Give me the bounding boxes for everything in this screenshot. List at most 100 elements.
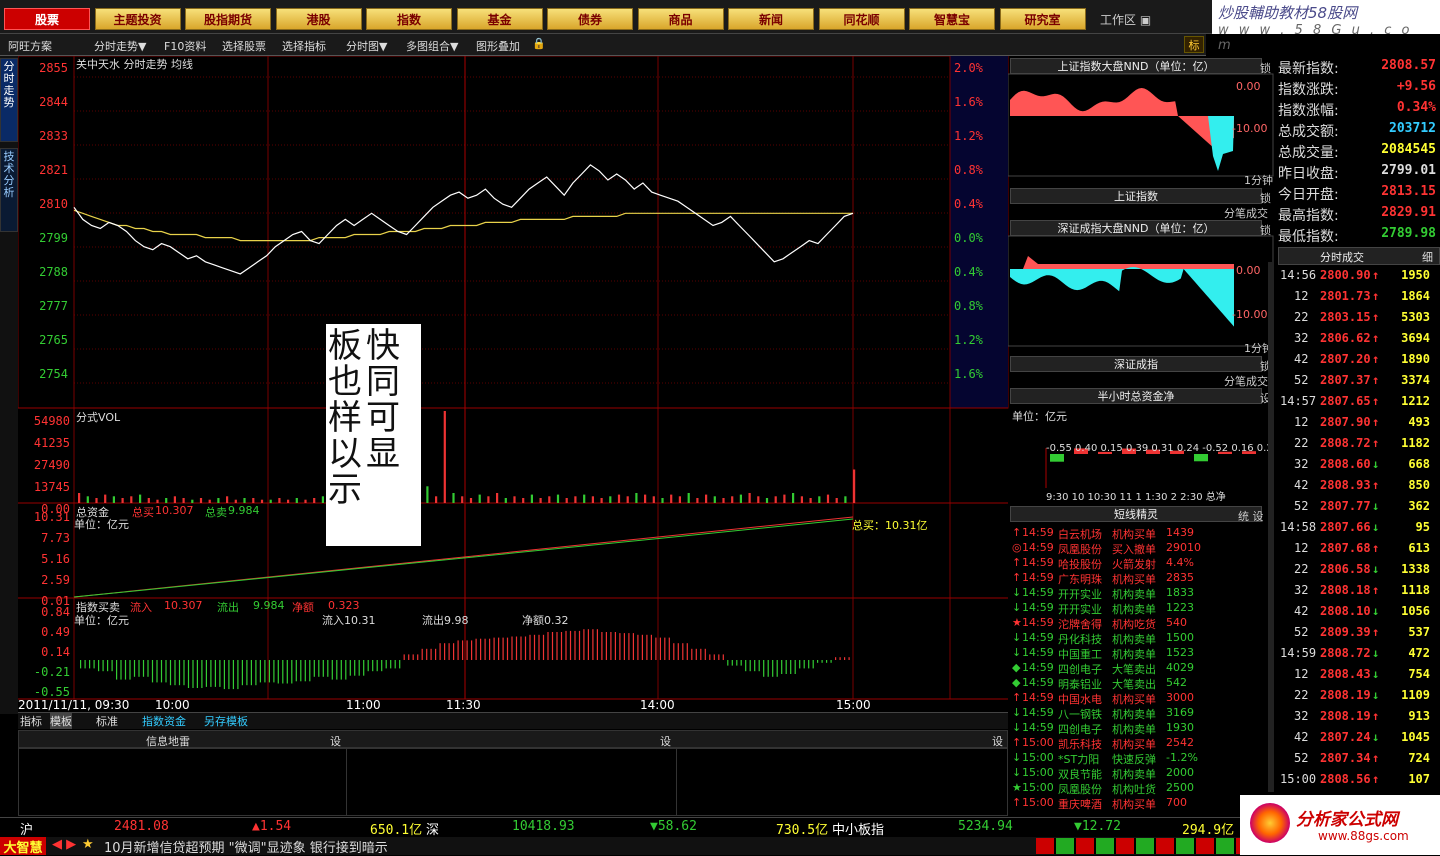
event-row[interactable]: ↑ 14:59 哈投股份 火箭发射 4.4% <box>1012 556 1272 571</box>
event-row[interactable]: ◎ 14:59 凤凰股份 买入撤单 29010 <box>1012 541 1272 556</box>
idx-flow-bar <box>250 660 252 686</box>
toolbar-item-2[interactable]: F10资料 <box>164 38 206 54</box>
tab-technical[interactable]: 技术分析 <box>0 148 18 232</box>
event-row[interactable]: ↑ 15:00 重庆啤酒 机构买单 700 <box>1012 796 1272 811</box>
toolbar-mark-button[interactable]: 标 <box>1184 36 1204 53</box>
idx-tick-0: 0.84 <box>41 605 70 619</box>
event-stock: 明泰铝业 <box>1058 678 1102 691</box>
event-row[interactable]: ↓ 14:59 八一钢铁 机构卖单 3169 <box>1012 706 1272 721</box>
events-scrollbar[interactable] <box>1268 262 1274 792</box>
nav-item-6[interactable]: 债券 <box>547 8 633 30</box>
tick-volume: 913 <box>1408 709 1430 723</box>
event-row[interactable]: ↓ 14:59 四创电子 机构卖单 1930 <box>1012 721 1272 736</box>
event-type: 机构卖单 <box>1112 723 1156 736</box>
bottom-tab-1[interactable]: 模板 <box>50 713 72 729</box>
bottom-tab-2[interactable]: 标准 <box>96 713 118 729</box>
idx-flow-bar <box>628 633 630 660</box>
ticks-detail-button[interactable]: 细 <box>1422 249 1433 265</box>
sh-nnd-period[interactable]: 1分钟 <box>1244 172 1273 188</box>
idx-flow-bar <box>453 643 455 660</box>
tick-volume: 613 <box>1408 541 1430 555</box>
event-stock: 凤凰股份 <box>1058 543 1102 556</box>
workspace-button[interactable]: 工作区 ▣ <box>1100 11 1151 28</box>
toolbar-item-5[interactable]: 分时图▼ <box>346 38 387 54</box>
panel-sh-index-lock[interactable]: 锁 <box>1260 190 1271 206</box>
sme-index: 5234.94 <box>958 819 1013 834</box>
fund-tick-1: 7.73 <box>41 531 70 545</box>
toolbar-item-7[interactable]: 图形叠加 <box>476 38 520 54</box>
event-row[interactable]: ↓ 14:59 开开实业 机构卖单 1833 <box>1012 586 1272 601</box>
event-time: 14:59 <box>1022 556 1054 569</box>
nav-item-2[interactable]: 股指期货 <box>185 8 271 30</box>
ticker-badge: 大智慧 <box>0 837 46 856</box>
idx-in-value: 10.307 <box>164 599 203 612</box>
event-row[interactable]: ↓ 15:00 双良节能 机构卖单 2000 <box>1012 766 1272 781</box>
event-row[interactable]: ↓ 15:00 *ST力阳 快速反弹 -1.2% <box>1012 751 1272 766</box>
toolbar-item-4[interactable]: 选择指标 <box>282 38 326 54</box>
info-panel-set-1[interactable]: 设 <box>330 733 341 749</box>
idx-flow-bar <box>291 660 293 684</box>
volume-bar <box>826 494 830 503</box>
event-row[interactable]: ↓ 14:59 中国重工 机构卖单 1523 <box>1012 646 1272 661</box>
sz-nnd-tick-bot: -10.00 <box>1232 308 1268 321</box>
event-row[interactable]: ◆ 14:59 明泰铝业 大笔卖出 542 <box>1012 676 1272 691</box>
volume-bar <box>792 493 795 503</box>
toolbar-item-0[interactable]: 阿旺方案 <box>8 38 52 54</box>
event-time: 14:59 <box>1022 646 1054 659</box>
event-row[interactable]: ↑ 14:59 广东明珠 机构买单 2835 <box>1012 571 1272 586</box>
sz-ticks-button[interactable]: 分笔成交 <box>1224 373 1268 389</box>
volume-bar <box>313 498 316 503</box>
info-divider <box>346 748 347 816</box>
idx-flow-bar <box>304 660 306 682</box>
nav-item-9[interactable]: 同花顺 <box>818 8 905 30</box>
toolbar-item-6[interactable]: 多图组合▼ <box>406 38 458 54</box>
panel-sz-lock[interactable]: 锁 <box>1260 222 1271 238</box>
idx-flow-bar <box>704 648 706 660</box>
idx-flow-bar <box>592 629 594 660</box>
idx-flow-bar <box>614 632 616 660</box>
event-row[interactable]: ↑ 14:59 中国水电 机构买单 3000 <box>1012 691 1272 706</box>
nav-item-11[interactable]: 研究室 <box>999 8 1086 30</box>
event-row[interactable]: ↑ 15:00 凯乐科技 机构买单 2542 <box>1012 736 1272 751</box>
nav-item-10[interactable]: 智慧宝 <box>909 8 995 30</box>
bottom-tab-4[interactable]: 另存模板 <box>204 713 248 729</box>
nav-item-4[interactable]: 指数 <box>366 8 452 30</box>
nav-item-3[interactable]: 港股 <box>275 8 362 30</box>
info-panel-set-3[interactable]: 设 <box>992 733 1003 749</box>
event-row[interactable]: ★ 14:59 沱牌舍得 机构吃货 540 <box>1012 616 1272 631</box>
logo-url: www.88gs.com <box>1318 829 1409 843</box>
ticker-prev-icon[interactable]: ◀ ▶ <box>52 837 76 852</box>
tick-volume: 1950 <box>1401 268 1430 282</box>
sh-ticks-button[interactable]: 分笔成交 <box>1224 205 1268 221</box>
tick-direction-icon: ↓ <box>1372 646 1380 660</box>
price-tick-3: 2821 <box>39 163 68 177</box>
info-panel-set-2[interactable]: 设 <box>660 733 671 749</box>
volume-bar <box>461 496 464 503</box>
idx-flow-bar <box>457 640 459 660</box>
bottom-tab-3[interactable]: 指数资金 <box>142 713 186 729</box>
lock-icon[interactable]: 🔒 <box>532 37 546 50</box>
nav-item-5[interactable]: 基金 <box>456 8 543 30</box>
idx-flow-bar <box>232 660 234 690</box>
idx-flow-bar <box>187 660 190 688</box>
toolbar-item-1[interactable]: 分时走势▼ <box>94 38 146 54</box>
toolbar-item-3[interactable]: 选择股票 <box>222 38 266 54</box>
event-row[interactable]: ↑ 14:59 白云机场 机构买单 1439 <box>1012 526 1272 541</box>
tick-direction-icon: ↑ <box>1372 331 1380 345</box>
event-row[interactable]: ↓ 14:59 丹化科技 机构卖单 1500 <box>1012 631 1272 646</box>
event-row[interactable]: ★ 15:00 凤凰股份 机构吐货 2500 <box>1012 781 1272 796</box>
pct-tick-0: 2.0% <box>954 61 983 75</box>
event-row[interactable]: ↓ 14:59 开开实业 机构卖单 1223 <box>1012 601 1272 616</box>
event-row[interactable]: ◆ 14:59 四创电子 大笔卖出 4029 <box>1012 661 1272 676</box>
tick-row: 12 2807.68 ↑ 613 <box>1278 541 1438 562</box>
shortline-buttons[interactable]: 统 设 <box>1238 508 1264 524</box>
idx-flow-bar <box>385 660 387 669</box>
nav-item-0[interactable]: 股票 <box>4 8 90 30</box>
nav-item-7[interactable]: 商品 <box>637 8 724 30</box>
bottom-tab-0[interactable]: 指标 <box>20 713 42 729</box>
price-panel-frame <box>18 56 1009 409</box>
nav-item-1[interactable]: 主题投资 <box>94 8 181 30</box>
nav-item-8[interactable]: 新闻 <box>728 8 814 30</box>
pct-tick-5: 0.0% <box>954 231 983 245</box>
panel-sh-lock[interactable]: 锁 <box>1260 60 1271 76</box>
